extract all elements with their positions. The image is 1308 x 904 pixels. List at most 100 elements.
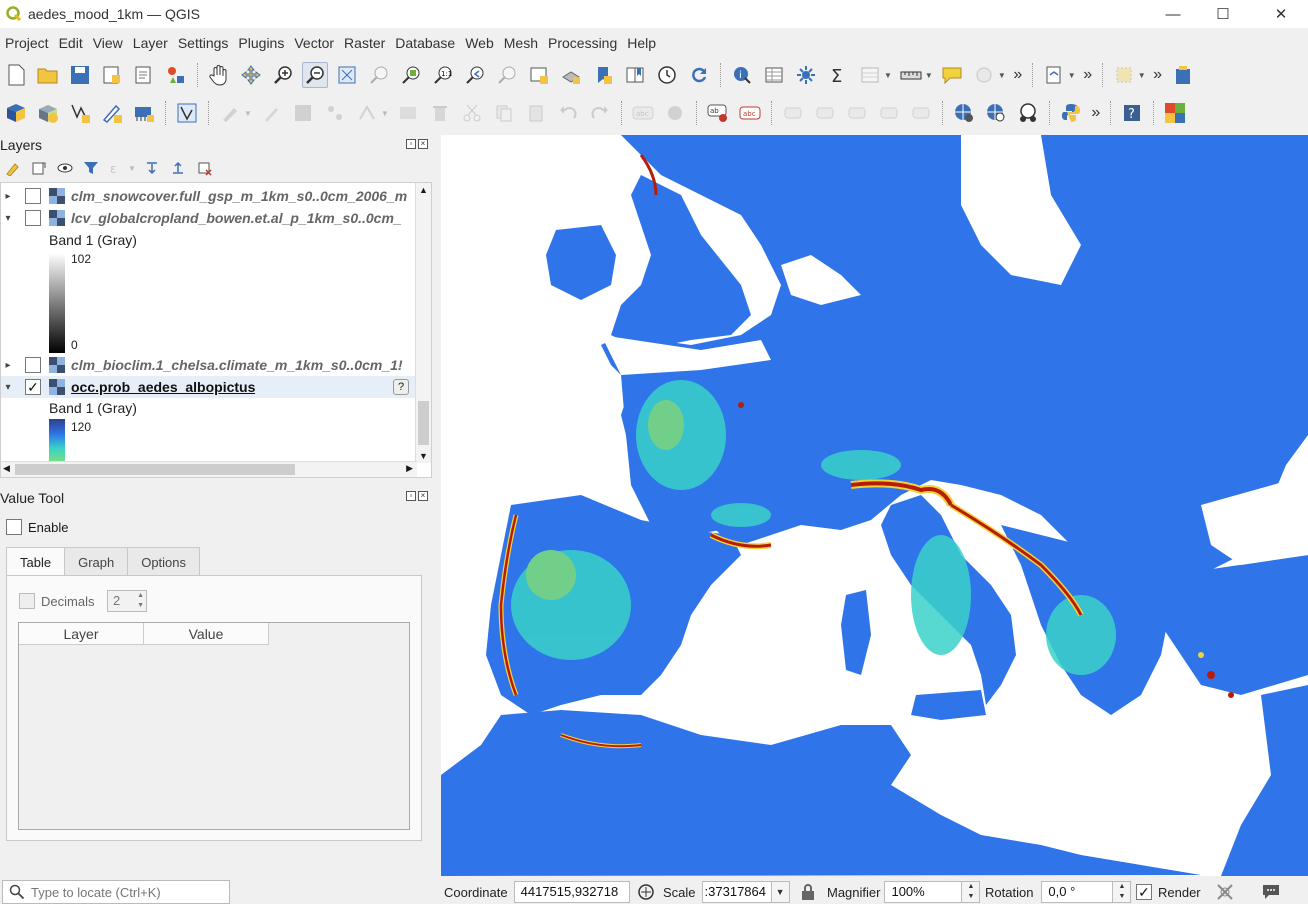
menu-vector[interactable]: Vector xyxy=(289,35,339,51)
zoom-out-icon[interactable] xyxy=(302,62,328,88)
save-project-icon[interactable] xyxy=(67,62,93,88)
collapse-arrow-icon[interactable]: ▾ xyxy=(1,213,15,224)
current-edits-icon[interactable] xyxy=(217,100,243,126)
minimize-button[interactable]: — xyxy=(1150,0,1196,28)
coordinate-field[interactable]: 4417515,932718 xyxy=(513,881,630,903)
menu-project[interactable]: Project xyxy=(0,35,54,51)
chevron-down-icon[interactable]: ▼ xyxy=(884,71,892,80)
layer-labeling-icon[interactable]: ab xyxy=(705,100,731,126)
expand-arrow-icon[interactable]: ▸ xyxy=(1,360,15,371)
more-tools-icon[interactable]: » xyxy=(1149,66,1167,84)
new-map-view-icon[interactable] xyxy=(526,62,552,88)
layer-row[interactable]: ▸ clm_bioclim.1_chelsa.climate_m_1km_s0.… xyxy=(1,354,417,376)
select-features-icon[interactable] xyxy=(1111,62,1137,88)
menu-edit[interactable]: Edit xyxy=(54,35,88,51)
chevron-down-icon[interactable]: ▼ xyxy=(998,71,1006,80)
filter-legend-icon[interactable] xyxy=(81,159,101,177)
tab-graph[interactable]: Graph xyxy=(64,547,129,576)
digitize-with-segment-icon[interactable] xyxy=(174,100,200,126)
add-feature-icon[interactable] xyxy=(322,100,348,126)
metasearch-search-icon[interactable] xyxy=(983,100,1009,126)
new-project-icon[interactable] xyxy=(3,62,29,88)
expand-arrow-icon[interactable]: ▸ xyxy=(1,191,15,202)
delete-selected-icon[interactable] xyxy=(427,100,453,126)
magnifier-spin-icon[interactable]: ▲ ▼ xyxy=(962,881,981,903)
data-source-manager-icon[interactable] xyxy=(3,100,29,126)
crs-status-icon[interactable] xyxy=(1215,882,1235,902)
new-3d-map-view-icon[interactable] xyxy=(558,62,584,88)
zoom-full-icon[interactable] xyxy=(334,62,360,88)
scroll-right-arrow-icon[interactable]: ▶ xyxy=(406,463,413,474)
python-console-icon[interactable] xyxy=(1058,100,1084,126)
show-bookmarks-icon[interactable] xyxy=(622,62,648,88)
new-bookmark-icon[interactable] xyxy=(590,62,616,88)
help-contents-icon[interactable]: ? xyxy=(1119,100,1145,126)
zoom-to-layer-icon[interactable] xyxy=(398,62,424,88)
zoom-native-resolution-icon[interactable]: 1:1 xyxy=(430,62,456,88)
more-tools-icon[interactable]: » xyxy=(1087,104,1105,122)
scale-field[interactable]: :37317864 xyxy=(701,881,772,903)
open-project-icon[interactable] xyxy=(35,62,61,88)
spin-arrows-icon[interactable]: ▲ ▼ xyxy=(137,591,144,611)
menu-settings[interactable]: Settings xyxy=(173,35,234,51)
menu-database[interactable]: Database xyxy=(390,35,460,51)
toolbox-icon[interactable] xyxy=(793,62,819,88)
decimals-spinbox[interactable]: 2 ▲ ▼ xyxy=(107,590,147,612)
select-by-location-icon[interactable] xyxy=(971,62,997,88)
menu-raster[interactable]: Raster xyxy=(339,35,390,51)
render-checkbox[interactable]: ✓ xyxy=(1136,884,1152,900)
chevron-down-icon[interactable]: ▼ xyxy=(1068,71,1076,80)
new-print-layout-icon[interactable] xyxy=(99,62,125,88)
zoom-to-selection-icon[interactable] xyxy=(366,62,392,88)
metasearch-icon[interactable] xyxy=(951,100,977,126)
filter-by-expression-icon[interactable]: ε xyxy=(107,159,127,177)
enable-checkbox[interactable] xyxy=(6,519,22,535)
paste-features-icon[interactable] xyxy=(523,100,549,126)
scroll-down-arrow-icon[interactable]: ▼ xyxy=(419,451,428,461)
more-tools-icon[interactable]: » xyxy=(1009,66,1027,84)
redo-icon[interactable] xyxy=(587,100,613,126)
layout-designer-icon[interactable] xyxy=(1041,62,1067,88)
collapse-all-icon[interactable] xyxy=(168,159,188,177)
column-header-value[interactable]: Value xyxy=(144,623,269,645)
map-canvas[interactable] xyxy=(441,135,1308,876)
refresh-icon[interactable] xyxy=(686,62,712,88)
menu-mesh[interactable]: Mesh xyxy=(499,35,543,51)
tab-options[interactable]: Options xyxy=(127,547,201,576)
locator-search[interactable]: Type to locate (Ctrl+K) xyxy=(2,880,230,904)
layer-visibility-checkbox[interactable]: ✓ xyxy=(25,379,41,395)
scrollbar-thumb[interactable] xyxy=(15,464,295,475)
float-panel-icon[interactable]: ▫ xyxy=(406,491,416,501)
tab-table[interactable]: Table xyxy=(6,547,66,577)
magnifier-field[interactable]: 100% xyxy=(884,881,963,903)
messages-icon[interactable] xyxy=(1261,883,1281,901)
label-toolbar-icon[interactable]: abc xyxy=(630,100,656,126)
show-hide-labels-icon[interactable] xyxy=(812,100,838,126)
semi-automatic-classification-icon[interactable] xyxy=(1162,100,1188,126)
menu-web[interactable]: Web xyxy=(460,35,499,51)
save-edits-icon[interactable] xyxy=(290,100,316,126)
modify-attributes-icon[interactable] xyxy=(395,100,421,126)
chevron-down-icon[interactable]: ▼ xyxy=(244,109,252,118)
open-layer-styling-icon[interactable] xyxy=(3,159,23,177)
temporal-controller-icon[interactable] xyxy=(654,62,680,88)
vertex-tool-icon[interactable] xyxy=(354,100,380,126)
measure-line-icon[interactable] xyxy=(898,62,924,88)
more-tools-icon[interactable]: » xyxy=(1079,66,1097,84)
manage-map-themes-icon[interactable] xyxy=(55,159,75,177)
float-panel-icon[interactable]: ▫ xyxy=(406,139,416,149)
layer-help-icon[interactable]: ? xyxy=(393,379,409,395)
layer-visibility-checkbox[interactable] xyxy=(25,357,41,373)
toggle-extents-icon[interactable] xyxy=(636,882,656,902)
chevron-down-icon[interactable]: ▼ xyxy=(925,71,933,80)
layers-vertical-scrollbar[interactable]: ▲ ▼ xyxy=(415,183,431,463)
pan-to-selection-icon[interactable] xyxy=(238,62,264,88)
close-panel-icon[interactable]: × xyxy=(418,139,428,149)
menu-help[interactable]: Help xyxy=(622,35,661,51)
chevron-down-icon[interactable]: ▼ xyxy=(1138,71,1146,80)
zoom-last-icon[interactable] xyxy=(462,62,488,88)
lock-scale-icon[interactable] xyxy=(800,883,816,901)
move-label-icon[interactable] xyxy=(844,100,870,126)
identify-features-icon[interactable]: i xyxy=(729,62,755,88)
zoom-next-icon[interactable] xyxy=(494,62,520,88)
